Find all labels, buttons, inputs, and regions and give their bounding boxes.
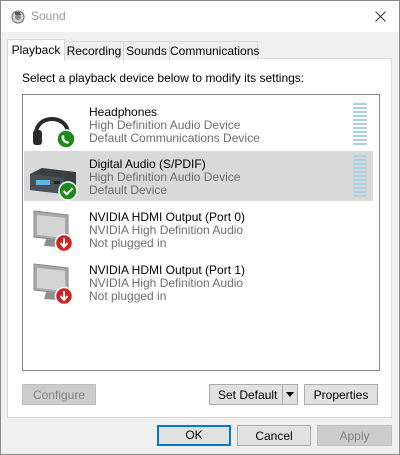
device-driver: High Definition Audio Device: [89, 118, 241, 132]
cancel-button[interactable]: Cancel: [237, 425, 311, 446]
monitor-icon: [33, 263, 74, 306]
apply-button[interactable]: Apply: [317, 425, 392, 446]
device-row-nvidia-port-1[interactable]: NVIDIA HDMI Output (Port 1) NVIDIA High …: [24, 257, 373, 307]
tab-sounds[interactable]: Sounds: [123, 41, 170, 60]
device-status: Default Device: [89, 183, 168, 197]
tab-recording[interactable]: Recording: [64, 41, 124, 60]
set-default-button[interactable]: Set Default: [209, 384, 298, 405]
device-name: NVIDIA HDMI Output (Port 1): [89, 263, 246, 277]
set-default-dropdown[interactable]: [282, 385, 297, 404]
device-status: Not plugged in: [89, 236, 167, 250]
headphones-icon: [33, 117, 76, 149]
device-name: NVIDIA HDMI Output (Port 0): [89, 210, 246, 224]
window-title: Sound: [31, 9, 66, 23]
speaker-icon: [11, 10, 25, 24]
device-status: Default Communications Device: [89, 131, 260, 145]
configure-button[interactable]: Configure: [22, 384, 96, 405]
tab-communications[interactable]: Communications: [169, 41, 259, 60]
device-list[interactable]: Headphones High Definition Audio Device …: [22, 94, 380, 371]
close-button[interactable]: [361, 1, 399, 32]
properties-button[interactable]: Properties: [304, 384, 378, 405]
device-driver: High Definition Audio Device: [89, 170, 241, 184]
set-default-label: Set Default: [218, 388, 278, 402]
volume-meter: [353, 103, 367, 147]
device-row-headphones[interactable]: Headphones High Definition Audio Device …: [24, 99, 373, 149]
device-status: Not plugged in: [89, 289, 167, 303]
device-driver: NVIDIA High Definition Audio: [89, 223, 244, 237]
checkmark-badge-icon: [58, 181, 78, 201]
monitor-icon: [33, 210, 74, 253]
phone-badge-icon: [56, 129, 76, 149]
device-name: Headphones: [89, 105, 158, 119]
device-row-digital-audio[interactable]: Digital Audio (S/PDIF) High Definition A…: [24, 151, 373, 201]
down-arrow-badge-icon: [54, 233, 74, 253]
tab-playback[interactable]: Playback: [7, 39, 65, 61]
spdif-receiver-icon: [30, 168, 78, 201]
instruction-text: Select a playback device below to modify…: [22, 71, 305, 85]
volume-meter: [353, 155, 367, 199]
ok-button[interactable]: OK: [157, 425, 231, 446]
chevron-down-icon: [286, 392, 294, 397]
close-icon: [374, 11, 386, 22]
device-name: Digital Audio (S/PDIF): [89, 157, 206, 171]
device-driver: NVIDIA High Definition Audio: [89, 276, 244, 290]
title-bar: Sound: [1, 1, 399, 32]
device-row-nvidia-port-0[interactable]: NVIDIA HDMI Output (Port 0) NVIDIA High …: [24, 204, 373, 254]
down-arrow-badge-icon: [54, 286, 74, 306]
